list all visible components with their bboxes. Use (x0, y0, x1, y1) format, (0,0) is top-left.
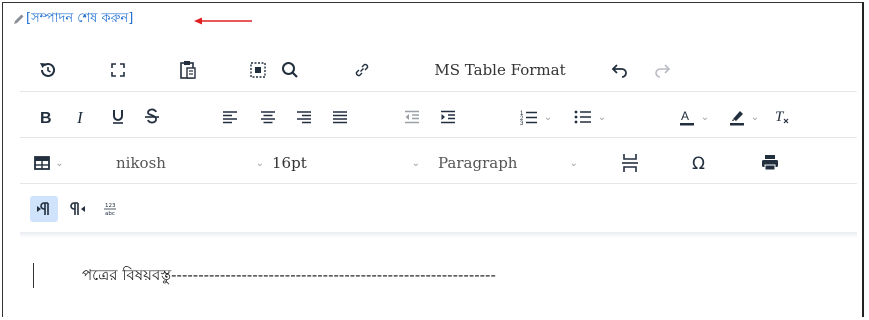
paste-button[interactable] (174, 52, 202, 88)
numbered-list-button[interactable]: 1 2 3 ⌄ (514, 99, 558, 135)
align-right-icon (297, 111, 311, 124)
word-count-icon: 123 abc (104, 203, 116, 217)
svg-text:3: 3 (520, 121, 524, 125)
align-center-icon (261, 111, 275, 124)
highlighter-icon (729, 111, 744, 126)
print-button[interactable] (756, 145, 784, 181)
font-family-value: nikosh (116, 154, 166, 172)
link-button[interactable] (348, 52, 376, 88)
strikethrough-icon (145, 108, 159, 124)
editor-body-text[interactable]: পত্রের বিষয়বস্তু-----------------------… (82, 264, 496, 289)
underline-icon (113, 110, 123, 124)
history-button[interactable] (34, 52, 62, 88)
italic-icon: I (76, 109, 84, 125)
svg-text:B: B (40, 110, 52, 125)
italic-button[interactable]: I (70, 99, 94, 135)
block-format-value: Paragraph (438, 154, 518, 172)
align-center-button[interactable] (256, 99, 280, 135)
align-right-button[interactable] (292, 99, 316, 135)
toolbar-divider (20, 91, 857, 92)
chevron-down-icon: ⌄ (569, 157, 578, 169)
strikethrough-button[interactable] (140, 99, 164, 135)
undo-button[interactable] (606, 52, 634, 88)
chevron-down-icon: ⌄ (597, 111, 607, 123)
text-color-icon: A (679, 109, 694, 126)
finish-editing-label: [সম্পাদন শেষ করুন] (26, 10, 134, 26)
redo-icon (655, 64, 671, 78)
toolbar-divider (20, 183, 857, 184)
svg-text:abc: abc (105, 211, 115, 217)
svg-text:A: A (681, 109, 689, 123)
svg-text:123: 123 (105, 203, 116, 209)
svg-text:I: I (76, 109, 84, 125)
text-cursor (33, 263, 34, 288)
text-color-button[interactable]: A ⌄ (672, 99, 716, 135)
justify-button[interactable] (328, 99, 352, 135)
outdent-icon (405, 110, 419, 124)
finish-editing-link[interactable]: [সম্পাদন শেষ করুন] (13, 9, 133, 29)
toolbar-divider (20, 137, 857, 138)
bullet-list-icon (574, 110, 591, 124)
numbered-list-icon: 1 2 3 (520, 111, 537, 125)
select-all-icon (250, 62, 266, 78)
font-family-select[interactable]: nikosh ⌄ (116, 145, 264, 181)
align-left-button[interactable] (218, 99, 242, 135)
redo-button[interactable] (648, 52, 676, 88)
chevron-down-icon: ⌄ (255, 157, 264, 169)
history-icon (40, 62, 55, 77)
bold-button[interactable]: B (34, 99, 58, 135)
chevron-down-icon: ⌄ (411, 157, 420, 169)
word-count-button[interactable]: 123 abc (96, 191, 124, 227)
svg-text:T: T (775, 109, 785, 125)
select-all-button[interactable] (244, 52, 272, 88)
table-button[interactable]: ⌄ (30, 145, 68, 181)
underline-button[interactable] (106, 99, 130, 135)
undo-icon (611, 64, 627, 78)
ltr-direction-button[interactable] (30, 196, 58, 222)
highlight-color-button[interactable]: ⌄ (722, 99, 766, 135)
chevron-down-icon: ⌄ (55, 157, 64, 169)
chevron-down-icon: ⌄ (700, 111, 710, 123)
search-icon (282, 62, 298, 78)
block-format-select[interactable]: Paragraph ⌄ (438, 145, 578, 181)
font-size-value: 16pt (272, 154, 307, 172)
bullet-list-button[interactable]: ⌄ (568, 99, 612, 135)
clipboard-icon (180, 61, 196, 79)
svg-text:Ω: Ω (692, 154, 705, 172)
fullscreen-button[interactable] (104, 52, 132, 88)
ms-table-format-button[interactable]: MS Table Format (422, 52, 578, 88)
special-character-button[interactable]: Ω (686, 145, 714, 181)
font-size-select[interactable]: 16pt ⌄ (272, 145, 420, 181)
ms-table-format-label: MS Table Format (434, 61, 566, 79)
pencil-icon (14, 14, 24, 24)
table-icon (34, 156, 51, 170)
print-icon (762, 155, 778, 171)
indent-icon (441, 110, 455, 124)
page-break-button[interactable] (616, 145, 644, 181)
fullscreen-icon (111, 63, 125, 77)
clear-formatting-button[interactable]: T (770, 99, 794, 135)
link-icon (355, 63, 369, 77)
chevron-down-icon: ⌄ (750, 111, 760, 123)
red-arrow-icon (194, 17, 252, 25)
outdent-button[interactable] (400, 99, 424, 135)
omega-icon: Ω (692, 154, 705, 172)
ltr-icon (37, 202, 49, 215)
search-button[interactable] (276, 52, 304, 88)
justify-icon (333, 111, 347, 124)
rtl-icon (70, 202, 85, 215)
bold-icon: B (40, 110, 52, 125)
chevron-down-icon: ⌄ (543, 111, 553, 123)
align-left-icon (223, 111, 237, 124)
clear-formatting-icon: T (775, 109, 789, 125)
indent-button[interactable] (436, 99, 460, 135)
page-break-icon (622, 154, 638, 172)
rtl-direction-button[interactable] (64, 191, 92, 227)
